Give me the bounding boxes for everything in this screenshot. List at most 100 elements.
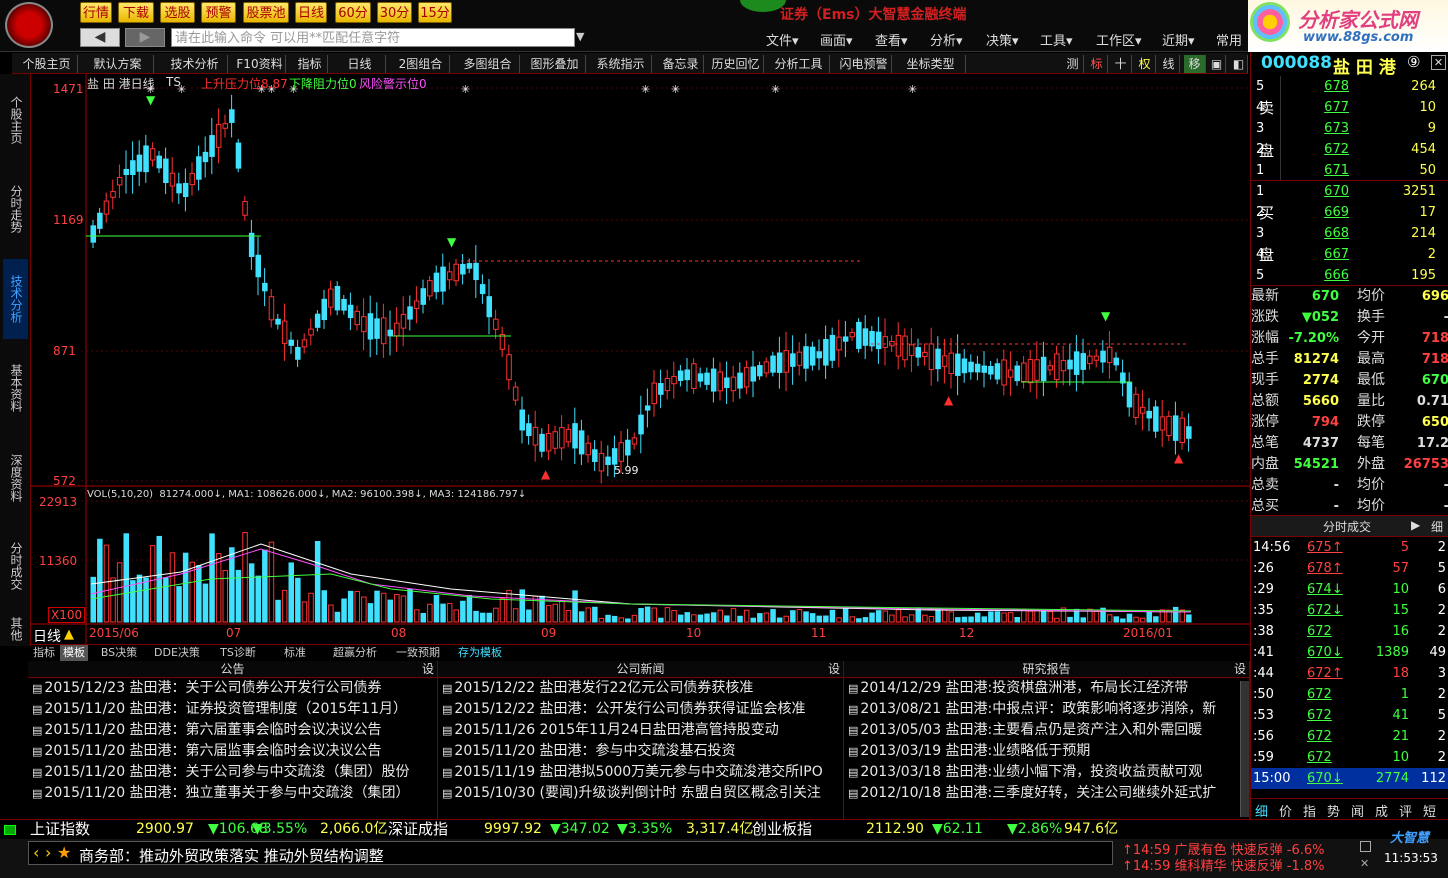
command-input[interactable]: 请在此输入命令 可以用**匹配任意字符 xyxy=(171,28,575,47)
prev-icon[interactable]: ‹ xyxy=(33,843,39,862)
quote-tab-7[interactable]: 短 xyxy=(1423,801,1436,820)
menu-4[interactable]: 决策▾ xyxy=(986,30,1019,49)
alert-box-icon[interactable] xyxy=(1360,841,1371,852)
template-tab-6[interactable]: 超赢分析 xyxy=(325,645,385,661)
template-tab-2[interactable]: BS决策 xyxy=(93,645,145,661)
tick-row[interactable]: :38 672 16 2 xyxy=(1251,621,1448,642)
tick-row[interactable]: :53 672 41 5 xyxy=(1251,705,1448,726)
toolbar-button-5[interactable]: 日线 xyxy=(295,2,327,23)
ticker-item[interactable]: 2900.97 xyxy=(136,820,194,839)
window-icon[interactable]: ▣ xyxy=(1208,55,1226,73)
rail-tab-2[interactable]: 技术分析 xyxy=(3,259,28,339)
news-item[interactable]: ▤ 2015/10/30 (要闻)升级谈判倒计时 东盟自贸区概念引关注 xyxy=(438,783,843,804)
tick-row[interactable]: :50 672 1 2 xyxy=(1251,684,1448,705)
menu-3[interactable]: 分析▾ xyxy=(930,30,963,49)
toolbar-button-4[interactable]: 股票池 xyxy=(243,2,289,23)
template-tab-8[interactable]: 存为模板 xyxy=(451,645,509,661)
tool-icon-1[interactable]: 标 xyxy=(1086,55,1108,73)
toolbar-button-3[interactable]: 预警 xyxy=(201,2,236,23)
buy-level-row[interactable]: 1 670 3251 xyxy=(1251,181,1448,202)
tab-7[interactable]: 多图组合 xyxy=(456,55,520,73)
quote-tab-1[interactable]: 价 xyxy=(1279,801,1292,820)
tool-icon-2[interactable]: 十 xyxy=(1110,55,1132,73)
menu-7[interactable]: 近期▾ xyxy=(1162,30,1195,49)
quote-tab-6[interactable]: 评 xyxy=(1399,801,1412,820)
buy-level-row[interactable]: 5 666 195 xyxy=(1251,265,1448,286)
set-button[interactable]: 设 xyxy=(422,661,434,678)
ticker-item[interactable]: 2,066.0亿 xyxy=(320,820,387,839)
kline-svg[interactable]: ▼▼▼▲▲▲✳ ✳ ✳ ✳ ✳ ✳ ✳ ✳ ✳ ✳ xyxy=(31,74,1250,644)
news-item[interactable]: ▤ 2015/11/26 2015年11月24日盐田港高管持股变动 xyxy=(438,720,843,741)
set-button[interactable]: 设 xyxy=(828,661,840,678)
news-item[interactable]: ▤ 2015/11/19 盐田港拟5000万美元参与中交疏浚港交所IPO xyxy=(438,762,843,783)
template-tab-1[interactable]: 模板 xyxy=(60,645,88,661)
rail-tab-6[interactable]: 其他 xyxy=(3,614,28,644)
tab-0[interactable]: 个股主页 xyxy=(16,55,78,73)
marquee-text[interactable]: 商务部：推动外贸政策落实 推动外贸结构调整 xyxy=(79,845,384,866)
announcements-header[interactable]: 公告设 xyxy=(28,661,437,678)
tab-13[interactable]: 闪电预警 xyxy=(836,55,892,73)
tick-row[interactable]: 14:56 675↑ 5 2 xyxy=(1251,537,1448,558)
app-logo-icon[interactable] xyxy=(5,2,53,48)
ticker-item[interactable]: 947.6亿 xyxy=(1064,820,1118,839)
news-item[interactable]: ▤ 2015/11/20 盐田港：参与中交疏浚基石投资 xyxy=(438,741,843,762)
ticker-item[interactable]: ▼62.11 xyxy=(932,820,983,839)
tab-3[interactable]: F10资料 xyxy=(234,55,286,73)
tab-11[interactable]: 历史回忆 xyxy=(708,55,764,73)
rail-tab-3[interactable]: 基本资料 xyxy=(3,346,28,430)
buy-level-row[interactable]: 2 669 17 xyxy=(1251,202,1448,223)
news-item[interactable]: ▤ 2013/03/18 盐田港:业绩小幅下滑，投资收益贡献可观 xyxy=(844,762,1249,783)
ticker-item[interactable]: ▼347.02 xyxy=(550,820,610,839)
tab-8[interactable]: 图形叠加 xyxy=(524,55,586,73)
news-item[interactable]: ▤ 2015/12/23 盐田港：关于公司债券公开发行公司债券 xyxy=(28,678,437,699)
tab-2[interactable]: 技术分析 xyxy=(162,55,228,73)
ticker-item[interactable]: ▼3.35% xyxy=(617,820,672,839)
ticker-item[interactable]: 创业板指 xyxy=(752,820,812,839)
set-button[interactable]: 设 xyxy=(1234,661,1246,678)
ticker-item[interactable]: 3,317.4亿 xyxy=(686,820,753,839)
tab-9[interactable]: 系统指示 xyxy=(590,55,652,73)
tick-row[interactable]: :59 672 10 2 xyxy=(1251,747,1448,768)
rail-tab-1[interactable]: 分时走势 xyxy=(3,166,28,252)
kline-chart-area[interactable]: ▼ ▼ ▼ ▲ ▲ ▲ ✳ ✳ ✳ ✳ ✳ ✳ ✳ ✳ ✳ ✳ 盐 田 港日线 TS 上升压力位8.87 下降… xyxy=(31,74,1250,645)
ticker-item[interactable]: ▼2.86% xyxy=(1007,820,1062,839)
tick-row[interactable]: :29 674↓ 10 6 xyxy=(1251,579,1448,600)
close-panel-icon[interactable]: ✕ xyxy=(1431,55,1446,70)
news-item[interactable]: ▤ 2013/05/03 盐田港:主要看点仍是资产注入和外需回暖 xyxy=(844,720,1249,741)
back-button[interactable]: ◀ xyxy=(80,28,120,47)
template-tab-7[interactable]: 一致预期 xyxy=(389,645,447,661)
news-item[interactable]: ▤ 2012/10/18 盐田港:三季度好转，关注公司继续外延式扩 xyxy=(844,783,1249,804)
tool-icon-3[interactable]: 权 xyxy=(1134,55,1156,73)
toolbar-button-0[interactable]: 行情 xyxy=(80,2,112,23)
tick-row[interactable]: :26 678↑ 57 5 xyxy=(1251,558,1448,579)
menu-2[interactable]: 查看▾ xyxy=(875,30,908,49)
toolbar-button-7[interactable]: 30分 xyxy=(377,2,412,23)
quote-tab-3[interactable]: 势 xyxy=(1327,801,1340,820)
tick-row[interactable]: 15:00 670↓ 2774 112 xyxy=(1251,768,1448,789)
rail-tab-0[interactable]: 个股主页 xyxy=(3,80,28,160)
template-tab-3[interactable]: DDE决策 xyxy=(149,645,205,661)
ticker-item[interactable]: 2112.90 xyxy=(866,820,924,839)
menu-6[interactable]: 工作区▾ xyxy=(1096,30,1142,49)
tick-row[interactable]: :44 672↑ 18 3 xyxy=(1251,663,1448,684)
news-item[interactable]: ▤ 2015/12/22 盐田港发行22亿元公司债券获核准 xyxy=(438,678,843,699)
news-item[interactable]: ▤ 2013/03/19 盐田港:业绩略低于预期 xyxy=(844,741,1249,762)
command-dropdown-icon[interactable]: ▼ xyxy=(576,30,584,43)
quote-tab-5[interactable]: 成 xyxy=(1375,801,1388,820)
tab-12[interactable]: 分析工具 xyxy=(768,55,830,73)
toolbar-button-1[interactable]: 下载 xyxy=(118,2,154,23)
tab-4[interactable]: 指标 xyxy=(292,55,328,73)
rail-tab-5[interactable]: 分时成交 xyxy=(3,526,28,606)
template-tab-0[interactable]: 指标 xyxy=(31,645,57,661)
toolbar-button-2[interactable]: 选股 xyxy=(160,2,195,23)
toolbar-button-8[interactable]: 15分 xyxy=(418,2,452,23)
news-item[interactable]: ▤ 2015/11/20 盐田港：第六届监事会临时会议决议公告 xyxy=(28,741,437,762)
news-item[interactable]: ▤ 2015/11/20 盐田港：第六届董事会临时会议决议公告 xyxy=(28,720,437,741)
buy-level-row[interactable]: 4 667 2 xyxy=(1251,244,1448,265)
tab-6[interactable]: 2图组合 xyxy=(392,55,450,73)
quote-tab-2[interactable]: 指 xyxy=(1303,801,1316,820)
menu-1[interactable]: 画面▾ xyxy=(820,30,853,49)
ticker-item[interactable]: 深证成指 xyxy=(388,820,448,839)
tick-row[interactable]: :56 672 21 2 xyxy=(1251,726,1448,747)
tab-1[interactable]: 默认方案 xyxy=(82,55,154,73)
